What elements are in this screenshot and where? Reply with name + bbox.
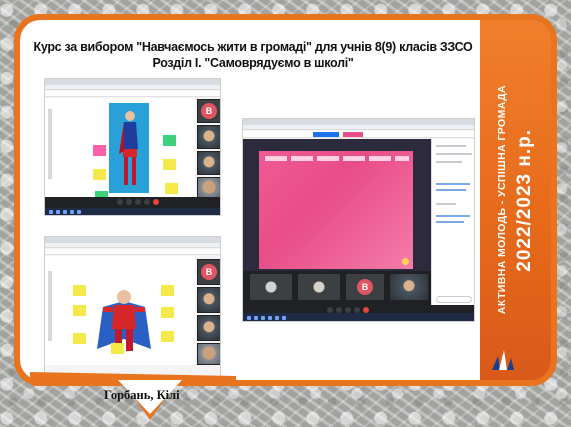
title-line-course: Курс за вибором "Навчаємось жити в грома… (33, 40, 473, 54)
participant-tile (389, 273, 429, 301)
slide-title: Курс за вибором "Навчаємось жити в грома… (20, 39, 486, 71)
sticky-note (161, 285, 174, 296)
participant-tile: В (345, 273, 385, 301)
sticky-note (161, 307, 174, 318)
sticky-note (111, 343, 124, 354)
superhero-man-figure-icon (97, 290, 151, 351)
add-post-button[interactable] (402, 258, 409, 265)
participant-tile: В (197, 259, 220, 285)
sticky-note (73, 285, 86, 296)
chat-panel (431, 139, 474, 311)
chat-input[interactable] (436, 296, 472, 303)
screenshot-whiteboard-2: В (44, 236, 221, 380)
participant-tile (197, 151, 220, 175)
participant-tile (249, 273, 293, 301)
sticky-note (93, 169, 106, 180)
mic-button[interactable] (117, 199, 123, 205)
sidebar-motto: АКТИВНА МОЛОДЬ - УСПІШНА ГРОМАДА (495, 85, 508, 315)
participant-tile (197, 343, 220, 365)
sticky-note (93, 145, 106, 156)
screenshot-whiteboard-1: В (44, 78, 221, 216)
participant-tile (197, 287, 220, 313)
participant-tile: В (197, 99, 220, 123)
camera-button[interactable] (126, 199, 132, 205)
meeting-controls-bar (45, 197, 220, 208)
community-logo-icon (492, 350, 514, 370)
padlet-wall (259, 151, 413, 269)
taskbar (45, 208, 220, 215)
sticky-note (73, 305, 86, 316)
sticky-note (73, 333, 86, 344)
author-credit: Горбань, Кілі (104, 388, 180, 402)
participant-tile (197, 315, 220, 341)
sticky-note (163, 159, 176, 170)
slide-content: Курс за вибором "Навчаємось жити в грома… (20, 20, 486, 380)
school-year: 2022/2023 н.р. (513, 128, 535, 272)
share-button[interactable] (135, 199, 141, 205)
sidebar-banner: АКТИВНА МОЛОДЬ - УСПІШНА ГРОМАДА 2022/20… (480, 20, 551, 380)
screenshot-padlet-wall: В (242, 118, 475, 322)
end-call-button[interactable] (153, 199, 159, 205)
taskbar (45, 376, 220, 380)
superhero-figure-icon (119, 111, 138, 185)
participant-tile (197, 177, 220, 199)
participant-tile (197, 125, 220, 149)
meeting-header (243, 139, 431, 151)
sticky-note (161, 331, 174, 342)
title-line-section: Розділ І. "Самоврядуємо в школі" (152, 56, 354, 70)
more-button[interactable] (144, 199, 150, 205)
slide-frame: Курс за вибором "Навчаємось жити в грома… (14, 14, 557, 386)
taskbar (243, 313, 474, 321)
sticky-note (165, 183, 178, 194)
participant-tile (297, 273, 341, 301)
sticky-note (163, 135, 176, 146)
